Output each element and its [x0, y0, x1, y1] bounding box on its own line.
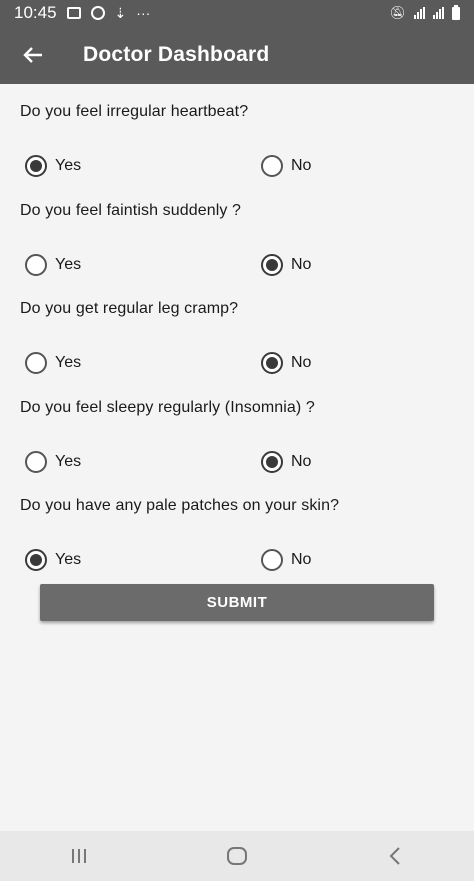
q5-option-yes[interactable]: Yes [25, 549, 81, 571]
q5-option-no[interactable]: No [261, 549, 311, 571]
battery-icon [452, 4, 460, 20]
nav-back-button[interactable] [365, 836, 425, 876]
option-label: No [291, 256, 312, 273]
home-button[interactable] [207, 836, 267, 876]
status-time: 10:45 [14, 3, 57, 22]
recent-apps-icon [72, 849, 86, 863]
app-bar: Doctor Dashboard [0, 26, 474, 84]
recent-apps-button[interactable] [49, 836, 109, 876]
radio-button[interactable] [25, 352, 47, 374]
gallery-icon [66, 7, 81, 19]
submit-button[interactable]: SUBMIT [40, 584, 434, 621]
signal-icon [414, 7, 425, 19]
status-more: ··· [136, 5, 151, 21]
notification-icon [90, 6, 105, 20]
radio-button[interactable] [261, 155, 283, 177]
arrow-left-icon [23, 47, 42, 63]
mute-icon: 🔕︎ [389, 5, 406, 20]
system-nav-bar [0, 831, 474, 881]
option-label: Yes [55, 551, 82, 568]
radio-button[interactable] [25, 254, 47, 276]
radio-button[interactable] [25, 155, 47, 177]
question-3: Do you get regular leg cramp? [20, 300, 239, 317]
option-label: No [291, 157, 312, 174]
radio-button[interactable] [261, 549, 283, 571]
option-label: No [291, 453, 312, 470]
radio-button[interactable] [261, 352, 283, 374]
radio-button[interactable] [261, 254, 283, 276]
back-button[interactable] [5, 26, 61, 84]
q2-option-yes[interactable]: Yes [25, 254, 81, 276]
download-icon: ⇣ [114, 4, 127, 21]
q3-option-no[interactable]: No [261, 352, 311, 374]
page-title: Doctor Dashboard [83, 43, 270, 66]
option-label: No [291, 551, 312, 568]
q1-option-yes[interactable]: Yes [25, 155, 81, 177]
option-label: Yes [55, 354, 82, 371]
chevron-left-icon [389, 847, 400, 865]
home-icon [227, 847, 247, 865]
signal-icon-2 [433, 7, 444, 19]
question-1: Do you feel irregular heartbeat? [20, 103, 249, 120]
option-label: No [291, 354, 312, 371]
radio-button[interactable] [25, 549, 47, 571]
q4-option-yes[interactable]: Yes [25, 451, 81, 473]
q3-option-yes[interactable]: Yes [25, 352, 81, 374]
q4-option-no[interactable]: No [261, 451, 311, 473]
option-label: Yes [55, 157, 82, 174]
status-bar: 10:45 ⇣ ··· 🔕︎ [0, 0, 474, 26]
option-label: Yes [55, 453, 82, 470]
question-5: Do you have any pale patches on your ski… [20, 497, 340, 514]
option-label: Yes [55, 256, 82, 273]
radio-button[interactable] [25, 451, 47, 473]
q2-option-no[interactable]: No [261, 254, 311, 276]
radio-button[interactable] [261, 451, 283, 473]
question-2: Do you feel faintish suddenly ? [20, 202, 242, 219]
q1-option-no[interactable]: No [261, 155, 311, 177]
question-4: Do you feel sleepy regularly (Insomnia) … [20, 399, 315, 416]
